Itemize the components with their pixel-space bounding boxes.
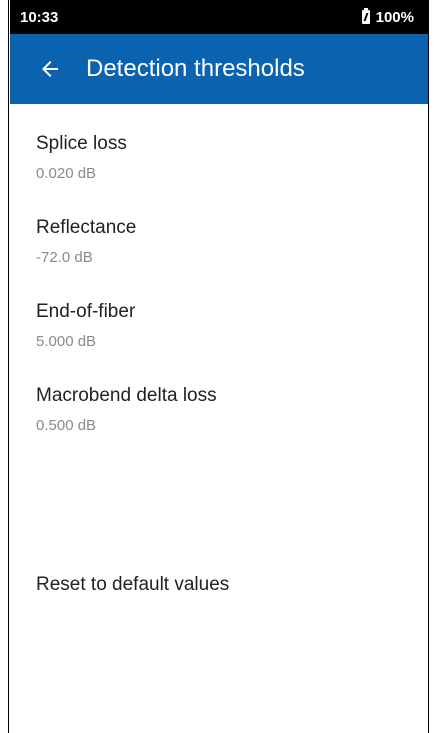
setting-value: -72.0 dB: [36, 249, 93, 266]
app-bar: Detection thresholds: [10, 34, 428, 104]
setting-label: End-of-fiber: [36, 301, 136, 322]
setting-label: Reflectance: [36, 217, 137, 238]
setting-value: 0.020 dB: [36, 165, 97, 182]
setting-label: Macrobend delta loss: [36, 385, 217, 406]
device-frame-left: [0, 0, 9, 733]
reset-defaults-button[interactable]: Reset to default values: [36, 574, 229, 596]
setting-label: Splice loss: [36, 133, 127, 154]
settings-list: Splice loss 0.020 dB Reflectance -72.0 d…: [10, 104, 428, 440]
setting-value: 5.000 dB: [36, 333, 97, 350]
battery-level: 100%: [375, 8, 414, 26]
setting-splice-loss[interactable]: Splice loss 0.020 dB: [10, 104, 428, 188]
battery-charging-icon: [361, 8, 370, 24]
setting-end-of-fiber[interactable]: End-of-fiber 5.000 dB: [10, 272, 428, 356]
status-time: 10:33: [20, 8, 59, 26]
battery-indicator: 100%: [361, 8, 414, 26]
page-title: Detection thresholds: [86, 55, 305, 82]
status-bar: 10:33 100%: [10, 0, 428, 34]
device-frame-right: [428, 0, 436, 733]
setting-macrobend-delta-loss[interactable]: Macrobend delta loss 0.500 dB: [10, 356, 428, 440]
arrow-back-icon: [42, 61, 58, 77]
back-button[interactable]: [22, 41, 78, 97]
setting-value: 0.500 dB: [36, 417, 97, 434]
setting-reflectance[interactable]: Reflectance -72.0 dB: [10, 188, 428, 272]
